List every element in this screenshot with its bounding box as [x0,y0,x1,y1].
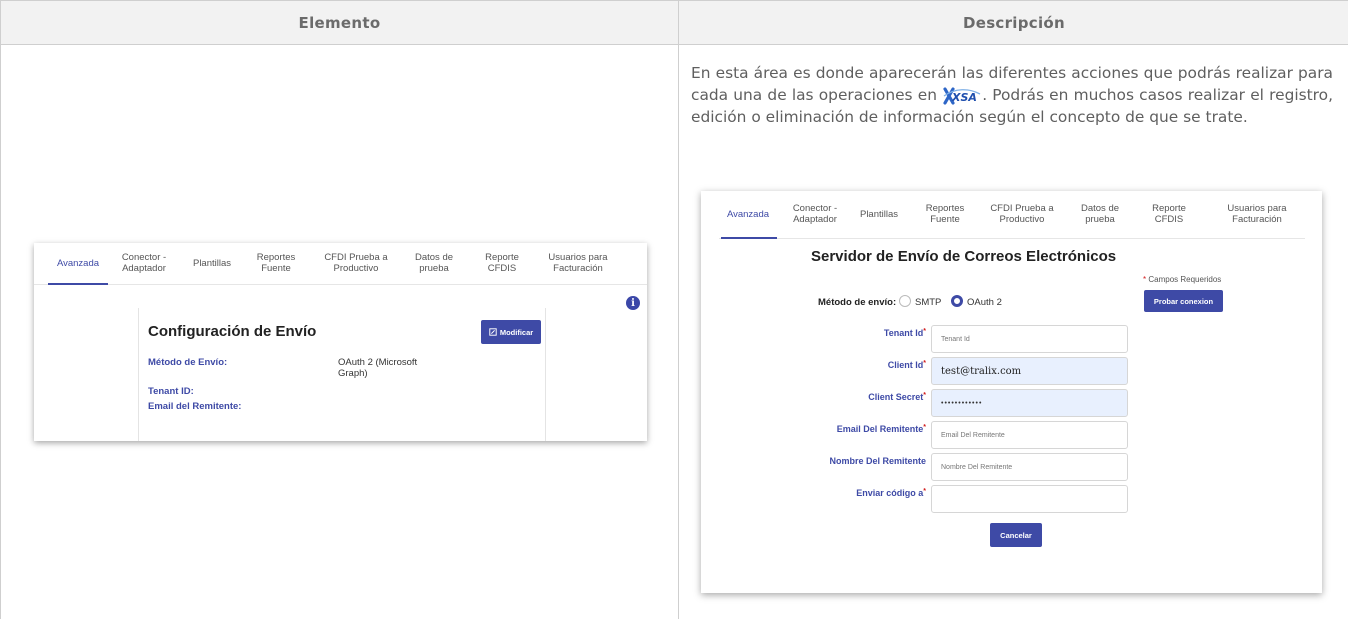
sender-name-input[interactable]: Nombre Del Remitente [931,453,1128,481]
config-panel: Configuración de Envío Modificar Método … [138,308,546,441]
tab-bar-form: Avanzada Conector - Adaptador Plantillas… [719,191,1305,239]
tab-reporte-form[interactable]: Reporte CFDIS [1144,194,1194,236]
modify-label: Modificar [499,327,534,337]
test-connection-button[interactable]: Probar conexion [1144,290,1223,312]
tab-cfdi-form[interactable]: CFDI Prueba a Productivo [985,194,1059,236]
client-secret-input[interactable]: •••••••••••• [931,389,1128,417]
tab-plantillas[interactable]: Plantillas [186,243,238,285]
cancel-button[interactable]: Cancelar [990,523,1042,547]
sender-name-label: Nombre Del Remitente [829,456,926,466]
config-screenshot: Avanzada Conector - Adaptador Plantillas… [34,243,647,441]
server-form-screenshot: Avanzada Conector - Adaptador Plantillas… [701,191,1322,593]
required-star: * [1143,275,1147,284]
client-id-input[interactable]: test@tralix.com [931,357,1128,385]
tab-datos-prueba[interactable]: Datos de prueba [409,243,459,285]
edit-icon [489,328,497,336]
doc-table: Elemento Descripción Avanzada Conector -… [0,0,1348,619]
method-value: OAuth 2 (Microsoft Graph) [338,357,418,380]
config-title: Configuración de Envío [148,323,317,340]
tab-datos-form[interactable]: Datos de prueba [1075,194,1125,236]
header-description: Descripción [679,1,1348,45]
column-divider [678,45,679,619]
radio-oauth2[interactable] [951,295,963,307]
tenant-id-label: Tenant Id* [883,328,926,338]
method-label: Método de Envío: [148,357,228,368]
sender-email-label: Email Del Remitente* [836,424,926,434]
tenant-id-input[interactable]: Tenant Id [931,325,1128,353]
svg-text:XSA: XSA [951,91,977,104]
send-code-input[interactable] [931,485,1128,513]
send-method-label: Método de envío: [818,297,897,308]
tab-cfdi-prueba[interactable]: CFDI Prueba a Productivo [320,243,392,285]
send-code-label: Enviar código a* [856,488,926,498]
active-tab-underline-form [721,237,777,239]
radio-smtp-label: SMTP [915,297,942,308]
description-text: En esta área es donde aparecerán las dif… [691,62,1333,128]
tab-reportes-fuente[interactable]: Reportes Fuente [252,243,300,285]
client-id-label: Client Id* [887,360,926,370]
radio-oauth2-label: OAuth 2 [967,297,1002,308]
info-icon[interactable]: i [626,296,640,310]
xsa-logo: XSA [943,86,981,106]
tab-conector-form[interactable]: Conector - Adaptador [787,194,843,236]
active-tab-underline [48,283,108,285]
tenant-label: Tenant ID: [148,386,194,397]
modify-button[interactable]: Modificar [481,320,541,344]
tab-usuarios-facturacion[interactable]: Usuarios para Facturación [542,243,614,285]
header-element: Elemento [1,1,679,45]
radio-smtp[interactable] [899,295,911,307]
tab-reporte-cfdis[interactable]: Reporte CFDIS [477,243,527,285]
tab-avanzada-form[interactable]: Avanzada [719,194,777,236]
required-note: * Campos Requeridos [1143,275,1221,284]
tab-conector-adaptador[interactable]: Conector - Adaptador [116,243,172,285]
sender-label: Email del Remitente: [148,401,242,412]
client-secret-label: Client Secret* [868,392,926,402]
tab-reportes-form[interactable]: Reportes Fuente [920,194,970,236]
tab-plantillas-form[interactable]: Plantillas [853,194,905,236]
tab-bar: Avanzada Conector - Adaptador Plantillas… [34,243,647,285]
tab-usuarios-form[interactable]: Usuarios para Facturación [1219,194,1295,236]
required-note-label: Campos Requeridos [1148,275,1222,284]
tab-avanzada[interactable]: Avanzada [48,243,108,285]
server-title: Servidor de Envío de Correos Electrónico… [811,248,1117,265]
sender-email-input[interactable]: Email Del Remitente [931,421,1128,449]
